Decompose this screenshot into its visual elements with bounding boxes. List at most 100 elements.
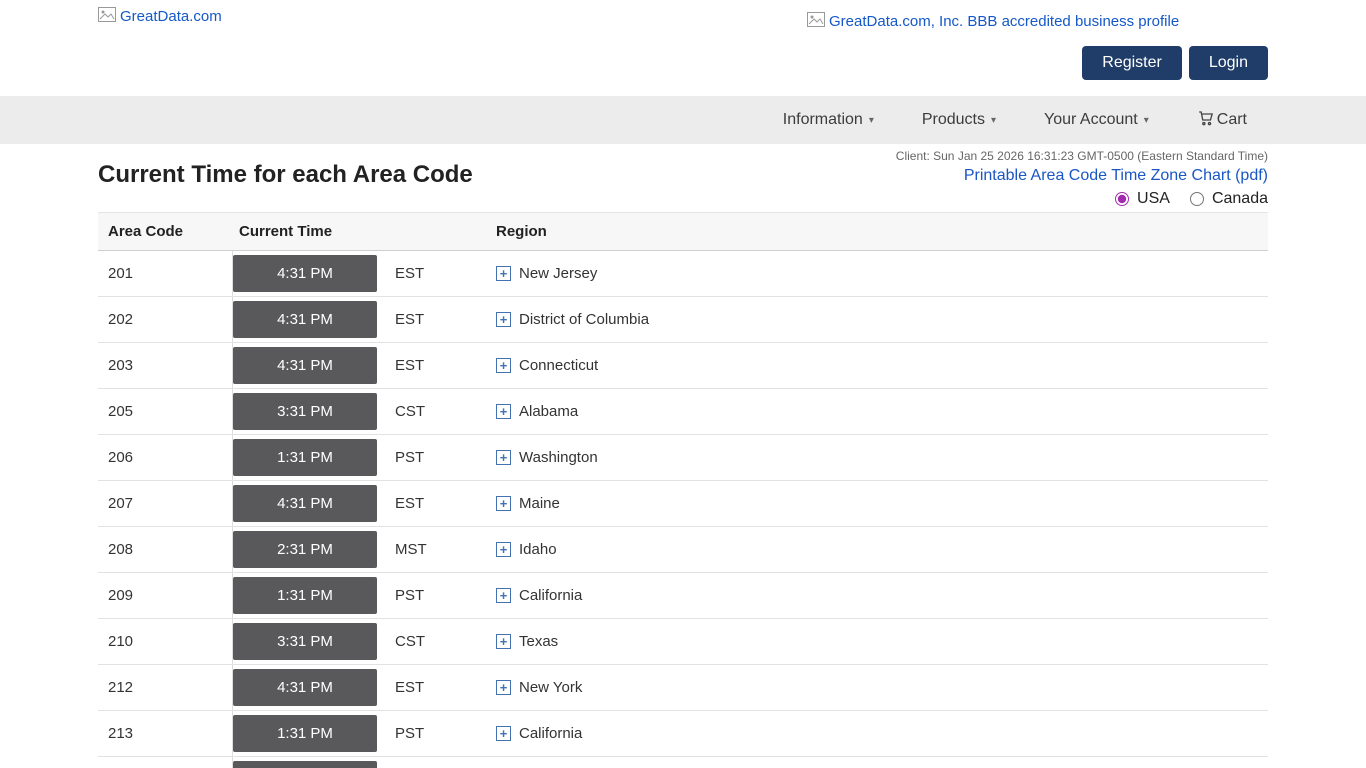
login-button[interactable]: Login: [1189, 46, 1268, 80]
table-row: 201 4:31 PM EST + New Jersey: [98, 251, 1268, 297]
region-cell: + New Jersey: [496, 265, 1268, 282]
expand-plus-icon[interactable]: +: [496, 312, 511, 327]
current-time-cell: 1:31 PM: [233, 439, 393, 476]
region-name: New York: [519, 679, 582, 696]
bbb-accreditation-link[interactable]: GreatData.com, Inc. BBB accredited busin…: [807, 12, 1179, 31]
header-current-time: Current Time: [233, 223, 393, 240]
expand-plus-icon[interactable]: +: [496, 266, 511, 281]
current-time-button[interactable]: 2:31 PM: [233, 531, 377, 568]
current-time-button[interactable]: 4:31 PM: [233, 669, 377, 706]
area-code-cell: 206: [98, 435, 233, 480]
current-time-button[interactable]: 4:31 PM: [233, 485, 377, 522]
logo-alt-text: GreatData.com: [120, 8, 222, 25]
main-nav: Information ▾ Products ▾ Your Account ▾ …: [0, 96, 1366, 144]
expand-plus-icon[interactable]: +: [496, 358, 511, 373]
top-header: GreatData.com GreatData.com, Inc. BBB ac…: [0, 0, 1366, 96]
expand-plus-icon[interactable]: +: [496, 404, 511, 419]
table-body: 201 4:31 PM EST + New Jersey 202 4:31 PM…: [98, 251, 1268, 757]
region-cell: + Washington: [496, 449, 1268, 466]
region-name: District of Columbia: [519, 311, 649, 328]
timezone-cell: PST: [393, 449, 496, 466]
region-cell: + California: [496, 725, 1268, 742]
region-name: Connecticut: [519, 357, 598, 374]
region-name: Washington: [519, 449, 598, 466]
current-time-button[interactable]: 4:31 PM: [233, 301, 377, 338]
register-button[interactable]: Register: [1082, 46, 1182, 80]
region-cell: + New York: [496, 679, 1268, 696]
main-content: Current Time for each Area Code Client: …: [98, 144, 1268, 768]
current-time-button[interactable]: 1:31 PM: [233, 439, 377, 476]
current-time-button[interactable]: 4:31 PM: [233, 347, 377, 384]
expand-plus-icon[interactable]: +: [496, 634, 511, 649]
expand-plus-icon[interactable]: +: [496, 542, 511, 557]
broken-image-icon: [98, 7, 116, 26]
region-cell: + Maine: [496, 495, 1268, 512]
timezone-cell: PST: [393, 587, 496, 604]
canada-radio[interactable]: [1190, 192, 1204, 206]
area-code-cell: [98, 757, 233, 768]
cart-icon: [1197, 110, 1214, 131]
current-time-button[interactable]: 3:31 PM: [233, 623, 377, 660]
table-row: 203 4:31 PM EST + Connecticut: [98, 343, 1268, 389]
region-name: California: [519, 587, 582, 604]
table-row: 210 3:31 PM CST + Texas: [98, 619, 1268, 665]
expand-plus-icon[interactable]: +: [496, 450, 511, 465]
printable-chart-link[interactable]: Printable Area Code Time Zone Chart (pdf…: [964, 167, 1268, 185]
expand-plus-icon[interactable]: +: [496, 496, 511, 511]
usa-radio-label[interactable]: USA: [1137, 190, 1170, 208]
current-time-button[interactable]: 3:31 PM: [233, 393, 377, 430]
current-time-button[interactable]: 1:31 PM: [233, 577, 377, 614]
area-code-cell: 208: [98, 527, 233, 572]
area-code-cell: 209: [98, 573, 233, 618]
region-cell: + Texas: [496, 633, 1268, 650]
area-code-cell: 202: [98, 297, 233, 342]
area-code-cell: 201: [98, 251, 233, 296]
area-code-table: Area Code Current Time Region 201 4:31 P…: [98, 212, 1268, 768]
nav-label: Your Account: [1044, 111, 1138, 129]
region-cell: + Idaho: [496, 541, 1268, 558]
current-time-cell: 3:31 PM: [233, 393, 393, 430]
region-cell: + Connecticut: [496, 357, 1268, 374]
auth-buttons: Register Login: [1082, 46, 1268, 80]
current-time-cell: 1:31 PM: [233, 715, 393, 752]
expand-plus-icon[interactable]: +: [496, 588, 511, 603]
region-cell: + Alabama: [496, 403, 1268, 420]
current-time-cell: 4:31 PM: [233, 301, 393, 338]
timezone-cell: EST: [393, 265, 496, 282]
table-row: 213 1:31 PM PST + California: [98, 711, 1268, 757]
region-name: Idaho: [519, 541, 557, 558]
nav-item-your-account[interactable]: Your Account ▾: [1020, 96, 1173, 144]
timezone-cell: MST: [393, 541, 496, 558]
current-time-button[interactable]: 4:31 PM: [233, 255, 377, 292]
table-row: 202 4:31 PM EST + District of Columbia: [98, 297, 1268, 343]
client-time-text: Client: Sun Jan 25 2026 16:31:23 GMT-050…: [896, 149, 1268, 163]
country-radio-group: USA Canada: [896, 190, 1268, 208]
canada-radio-label[interactable]: Canada: [1212, 190, 1268, 208]
nav-item-products[interactable]: Products ▾: [898, 96, 1020, 144]
nav-item-information[interactable]: Information ▾: [759, 96, 898, 144]
meta-column: Client: Sun Jan 25 2026 16:31:23 GMT-050…: [896, 149, 1268, 208]
area-code-cell: 210: [98, 619, 233, 664]
current-time-cell: 4:31 PM: [233, 669, 393, 706]
current-time-cell: 4:31 PM: [233, 255, 393, 292]
nav-item-cart[interactable]: Cart: [1173, 110, 1247, 131]
chevron-down-icon: ▾: [869, 115, 874, 126]
region-name: Texas: [519, 633, 558, 650]
site-logo-link[interactable]: GreatData.com: [98, 7, 222, 26]
header-area-code: Area Code: [98, 223, 233, 240]
region-name: Alabama: [519, 403, 578, 420]
current-time-button[interactable]: [233, 761, 377, 768]
table-row: 207 4:31 PM EST + Maine: [98, 481, 1268, 527]
table-row-partial: [98, 757, 1268, 768]
current-time-button[interactable]: 1:31 PM: [233, 715, 377, 752]
expand-plus-icon[interactable]: +: [496, 680, 511, 695]
cart-label: Cart: [1217, 111, 1247, 129]
usa-radio[interactable]: [1115, 192, 1129, 206]
expand-plus-icon[interactable]: +: [496, 726, 511, 741]
chevron-down-icon: ▾: [1144, 115, 1149, 126]
region-cell: + California: [496, 587, 1268, 604]
current-time-cell: 4:31 PM: [233, 347, 393, 384]
timezone-cell: EST: [393, 311, 496, 328]
nav-label: Information: [783, 111, 863, 129]
region-name: Maine: [519, 495, 560, 512]
